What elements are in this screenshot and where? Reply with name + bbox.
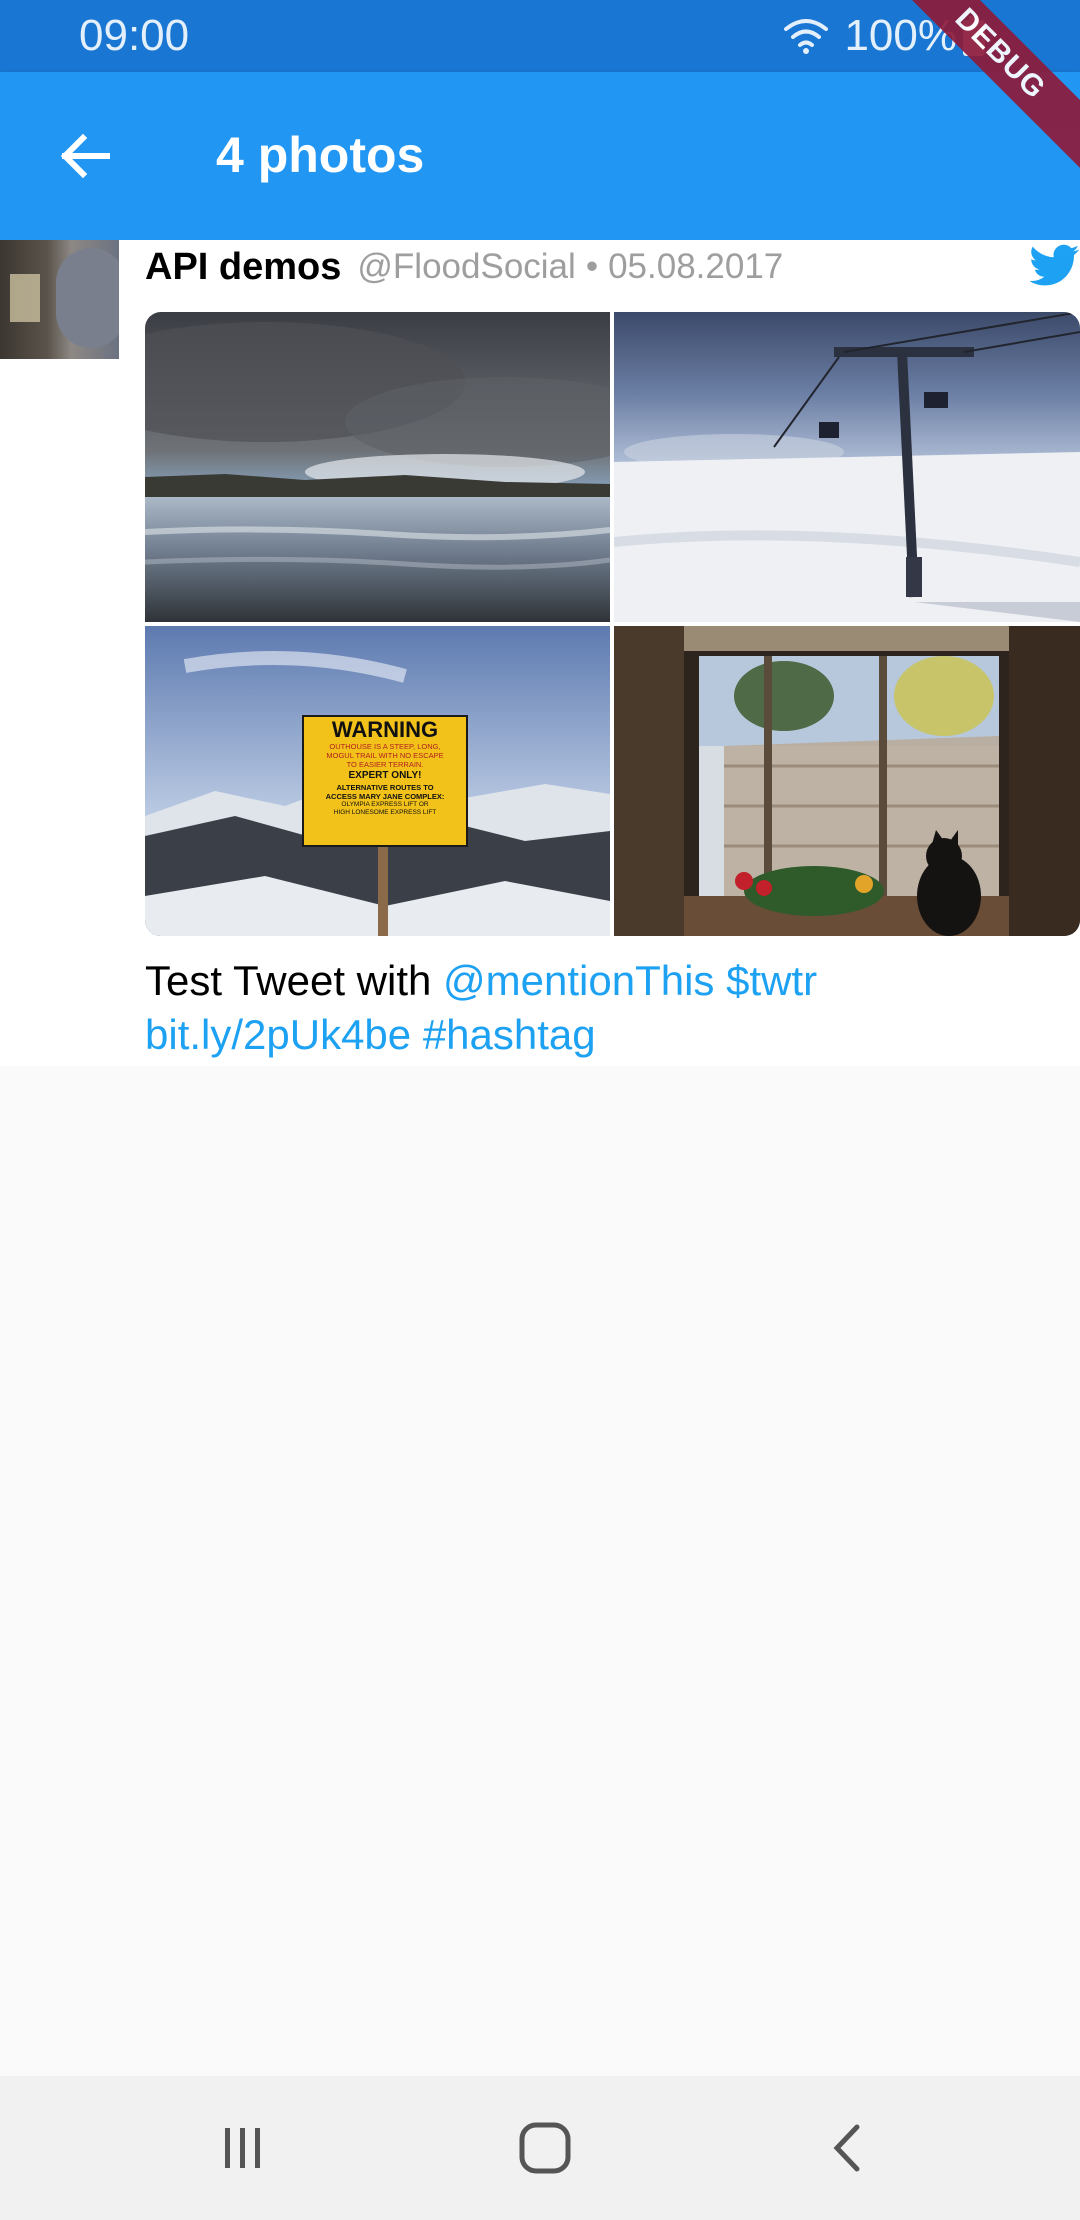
twitter-bird-icon (1030, 244, 1080, 286)
recent-apps-icon (225, 2128, 260, 2168)
tweet-text-plain: Test Tweet with (145, 957, 444, 1004)
arrow-left-icon (60, 133, 110, 179)
sign-title: WARNING (331, 717, 439, 742)
sign-line: OLYMPIA EXPRESS LIFT OR (341, 801, 429, 808)
recent-apps-button[interactable] (183, 2108, 303, 2188)
avatar-background (10, 274, 40, 322)
photo-window-cat[interactable] (614, 626, 1080, 936)
sign-line: EXPERT ONLY! (348, 770, 422, 781)
mention-link[interactable]: @mentionThis (443, 957, 714, 1004)
author-name[interactable]: API demos (145, 246, 341, 289)
photo-ski-lift[interactable] (614, 312, 1080, 622)
back-button[interactable] (40, 116, 130, 196)
tweet-date: 05.08.2017 (608, 247, 784, 286)
app-bar: 4 photos (0, 72, 1080, 240)
avatar[interactable] (0, 240, 119, 359)
photo-lake[interactable] (145, 312, 610, 622)
warning-sign-text: WARNING OUTHOUSE IS A STEEP, LONG, MOGUL… (303, 718, 467, 846)
sign-line: MOGUL TRAIL WITH NO ESCAPE (326, 751, 444, 760)
sign-line: HIGH LONESOME EXPRESS LIFT (333, 809, 437, 816)
cashtag-link[interactable]: $twtr (726, 957, 817, 1004)
tweet-card[interactable]: API demos @FloodSocial • 05.08.2017 WARN… (0, 240, 1080, 1066)
sign-line: ALTERNATIVE ROUTES TO (336, 783, 434, 792)
back-icon (833, 2124, 860, 2172)
header-separator: • (585, 247, 599, 286)
status-time: 09:00 (79, 11, 190, 60)
wifi-icon (784, 19, 829, 54)
sign-line: TO EASIER TERRAIN. (346, 760, 424, 769)
sign-line: OUTHOUSE IS A STEEP, LONG, (329, 742, 441, 751)
sign-line: ACCESS MARY JANE COMPLEX: (325, 792, 445, 801)
hashtag-link[interactable]: #hashtag (423, 1011, 596, 1058)
home-icon (519, 2122, 571, 2174)
tweet-text: Test Tweet with @mentionThis $twtr bit.l… (145, 954, 1035, 1062)
page-title: 4 photos (216, 127, 425, 183)
photo-warning-sign[interactable]: WARNING OUTHOUSE IS A STEEP, LONG, MOGUL… (145, 626, 610, 936)
photo-grid: WARNING OUTHOUSE IS A STEEP, LONG, MOGUL… (145, 312, 1080, 936)
author-handle[interactable]: @FloodSocial (357, 247, 575, 287)
avatar-person (56, 248, 119, 348)
tweet-header: API demos @FloodSocial • 05.08.2017 (145, 240, 783, 294)
status-bar: 09:00 100% (0, 0, 1080, 72)
system-back-button[interactable] (787, 2108, 907, 2188)
url-link[interactable]: bit.ly/2pUk4be (145, 1011, 411, 1058)
home-button[interactable] (485, 2108, 605, 2188)
system-nav-bar (0, 2076, 1080, 2220)
